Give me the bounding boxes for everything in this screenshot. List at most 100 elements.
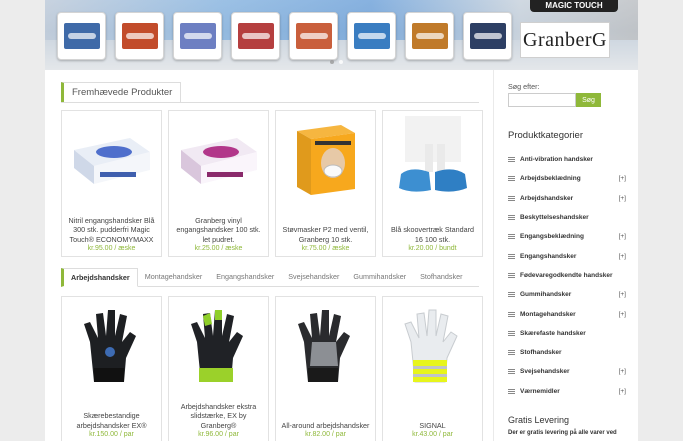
category-item[interactable]: Anti-vibration handsker bbox=[508, 150, 626, 169]
banner-thumbnail[interactable] bbox=[289, 12, 338, 60]
category-item[interactable]: Arbejdsbeklædning [+] bbox=[508, 169, 626, 188]
product-card[interactable]: Nitril engangshandsker Blå 300 stk. pudd… bbox=[61, 110, 162, 257]
tab-svejsehandsker[interactable]: Svejsehandsker bbox=[281, 268, 346, 286]
product-box-icon bbox=[237, 23, 274, 49]
category-item[interactable]: Svejsehandsker [+] bbox=[508, 362, 626, 381]
slider-dots[interactable] bbox=[330, 60, 343, 64]
banner-thumbnail[interactable] bbox=[231, 12, 280, 60]
category-label[interactable]: Engangshandsker bbox=[520, 253, 619, 260]
category-label[interactable]: Anti-vibration handsker bbox=[520, 156, 626, 163]
list-icon bbox=[508, 330, 515, 336]
category-label[interactable]: Arbejdshandsker bbox=[520, 195, 619, 202]
list-icon bbox=[508, 272, 515, 278]
list-icon bbox=[508, 176, 515, 182]
product-image[interactable] bbox=[62, 111, 161, 206]
tab-gummihandsker[interactable]: Gummihandsker bbox=[346, 268, 413, 286]
list-icon bbox=[508, 195, 515, 201]
category-label[interactable]: Gummihandsker bbox=[520, 291, 619, 298]
list-icon bbox=[508, 350, 515, 356]
list-icon bbox=[508, 253, 515, 259]
tab-engangshandsker[interactable]: Engangshandsker bbox=[209, 268, 281, 286]
product-name[interactable]: Arbejdshandsker ekstra slidstærke, EX by… bbox=[169, 392, 268, 430]
product-name[interactable]: Nitril engangshandsker Blå 300 stk. pudd… bbox=[62, 206, 161, 244]
product-box-icon bbox=[353, 23, 390, 49]
category-label[interactable]: Arbejdsbeklædning bbox=[520, 175, 619, 182]
tab-arbejdshandsker[interactable]: Arbejdshandsker bbox=[61, 268, 138, 287]
category-item[interactable]: Stofhandsker bbox=[508, 343, 626, 362]
banner-thumbnails bbox=[57, 12, 512, 60]
tab-stofhandsker[interactable]: Stofhandsker bbox=[413, 268, 469, 286]
product-box-icon bbox=[63, 23, 100, 49]
category-item[interactable]: Beskyttelseshandsker bbox=[508, 208, 626, 227]
category-item[interactable]: Engangsbeklædning [+] bbox=[508, 227, 626, 246]
expand-toggle[interactable]: [+] bbox=[619, 253, 626, 260]
product-image[interactable] bbox=[383, 111, 482, 206]
main-content: Fremhævede Produkter Nitril engangshands… bbox=[45, 70, 493, 441]
slider-dot[interactable] bbox=[339, 60, 343, 64]
category-item[interactable]: Montagehandsker [+] bbox=[508, 304, 626, 323]
category-item[interactable]: Engangshandsker [+] bbox=[508, 246, 626, 265]
product-card[interactable]: Støvmasker P2 med ventil, Granberg 10 st… bbox=[275, 110, 376, 257]
banner-thumbnail[interactable] bbox=[347, 12, 396, 60]
granberg-logo[interactable]: GranberG bbox=[520, 22, 610, 58]
tab-montagehandsker[interactable]: Montagehandsker bbox=[138, 268, 210, 286]
product-card[interactable]: SIGNAL kr.43.00 / par bbox=[382, 296, 483, 441]
expand-toggle[interactable]: [+] bbox=[619, 233, 626, 240]
category-label[interactable]: Svejsehandsker bbox=[520, 368, 619, 375]
product-image[interactable] bbox=[62, 297, 161, 392]
featured-products: Nitril engangshandsker Blå 300 stk. pudd… bbox=[61, 110, 483, 257]
banner-thumbnail[interactable] bbox=[405, 12, 454, 60]
product-name[interactable]: Blå skoovertræk Standard 16 100 stk. bbox=[383, 206, 482, 244]
product-card[interactable]: Skærebestandige arbejdshandsker EX® kr.15… bbox=[61, 296, 162, 441]
banner-thumbnail[interactable] bbox=[173, 12, 222, 60]
expand-toggle[interactable]: [+] bbox=[619, 291, 626, 298]
expand-toggle[interactable]: [+] bbox=[619, 311, 626, 318]
product-name[interactable]: SIGNAL bbox=[383, 392, 482, 430]
list-icon bbox=[508, 234, 515, 240]
category-item[interactable]: Værnemidler [+] bbox=[508, 382, 626, 401]
product-card[interactable]: Granberg vinyl engangshandsker 100 stk. … bbox=[168, 110, 269, 257]
product-image[interactable] bbox=[276, 111, 375, 206]
category-label[interactable]: Engangsbeklædning bbox=[520, 233, 619, 240]
product-name[interactable]: Granberg vinyl engangshandsker 100 stk. … bbox=[169, 206, 268, 244]
product-card[interactable]: Arbejdshandsker ekstra slidstærke, EX by… bbox=[168, 296, 269, 441]
product-image[interactable] bbox=[169, 297, 268, 392]
product-name[interactable]: All-around arbejdshandsker bbox=[276, 392, 375, 430]
banner-thumbnail[interactable] bbox=[57, 12, 106, 60]
product-image[interactable] bbox=[276, 297, 375, 392]
expand-toggle[interactable]: [+] bbox=[619, 195, 626, 202]
expand-toggle[interactable]: [+] bbox=[619, 388, 626, 395]
featured-title: Fremhævede Produkter bbox=[61, 82, 182, 103]
expand-toggle[interactable]: [+] bbox=[619, 368, 626, 375]
product-price: kr.82.00 / par bbox=[305, 431, 346, 438]
category-label[interactable]: Fødevaregodkendte handsker bbox=[520, 272, 626, 279]
product-name[interactable]: Skærebestandige arbejdshandsker EX® bbox=[62, 392, 161, 430]
product-card[interactable]: All-around arbejdshandsker kr.82.00 / par bbox=[275, 296, 376, 441]
slider-dot[interactable] bbox=[330, 60, 334, 64]
banner-thumbnail[interactable] bbox=[463, 12, 512, 60]
product-box-icon bbox=[179, 23, 216, 49]
search-button[interactable]: Søg bbox=[576, 93, 601, 107]
category-label[interactable]: Stofhandsker bbox=[520, 349, 626, 356]
product-price: kr.96.00 / par bbox=[198, 431, 239, 438]
product-card[interactable]: Blå skoovertræk Standard 16 100 stk. kr.2… bbox=[382, 110, 483, 257]
category-item[interactable]: Arbejdshandsker [+] bbox=[508, 189, 626, 208]
product-image[interactable] bbox=[383, 297, 482, 392]
category-label[interactable]: Værnemidler bbox=[520, 388, 619, 395]
list-icon bbox=[508, 215, 515, 221]
category-item[interactable]: Fødevaregodkendte handsker bbox=[508, 266, 626, 285]
category-item[interactable]: Gummihandsker [+] bbox=[508, 285, 626, 304]
banner-thumbnail[interactable] bbox=[115, 12, 164, 60]
category-item[interactable]: Skærefaste handsker bbox=[508, 324, 626, 343]
list-icon bbox=[508, 157, 515, 163]
category-label[interactable]: Beskyttelseshandsker bbox=[520, 214, 626, 221]
product-name[interactable]: Støvmasker P2 med ventil, Granberg 10 st… bbox=[276, 206, 375, 244]
category-label[interactable]: Montagehandsker bbox=[520, 311, 619, 318]
category-label[interactable]: Skærefaste handsker bbox=[520, 330, 626, 337]
product-image[interactable] bbox=[169, 111, 268, 206]
expand-toggle[interactable]: [+] bbox=[619, 175, 626, 182]
list-icon bbox=[508, 311, 515, 317]
granberg-logo-text: GranberG bbox=[523, 28, 607, 51]
search-input[interactable] bbox=[508, 93, 576, 107]
product-price: kr.43.00 / par bbox=[412, 431, 453, 438]
